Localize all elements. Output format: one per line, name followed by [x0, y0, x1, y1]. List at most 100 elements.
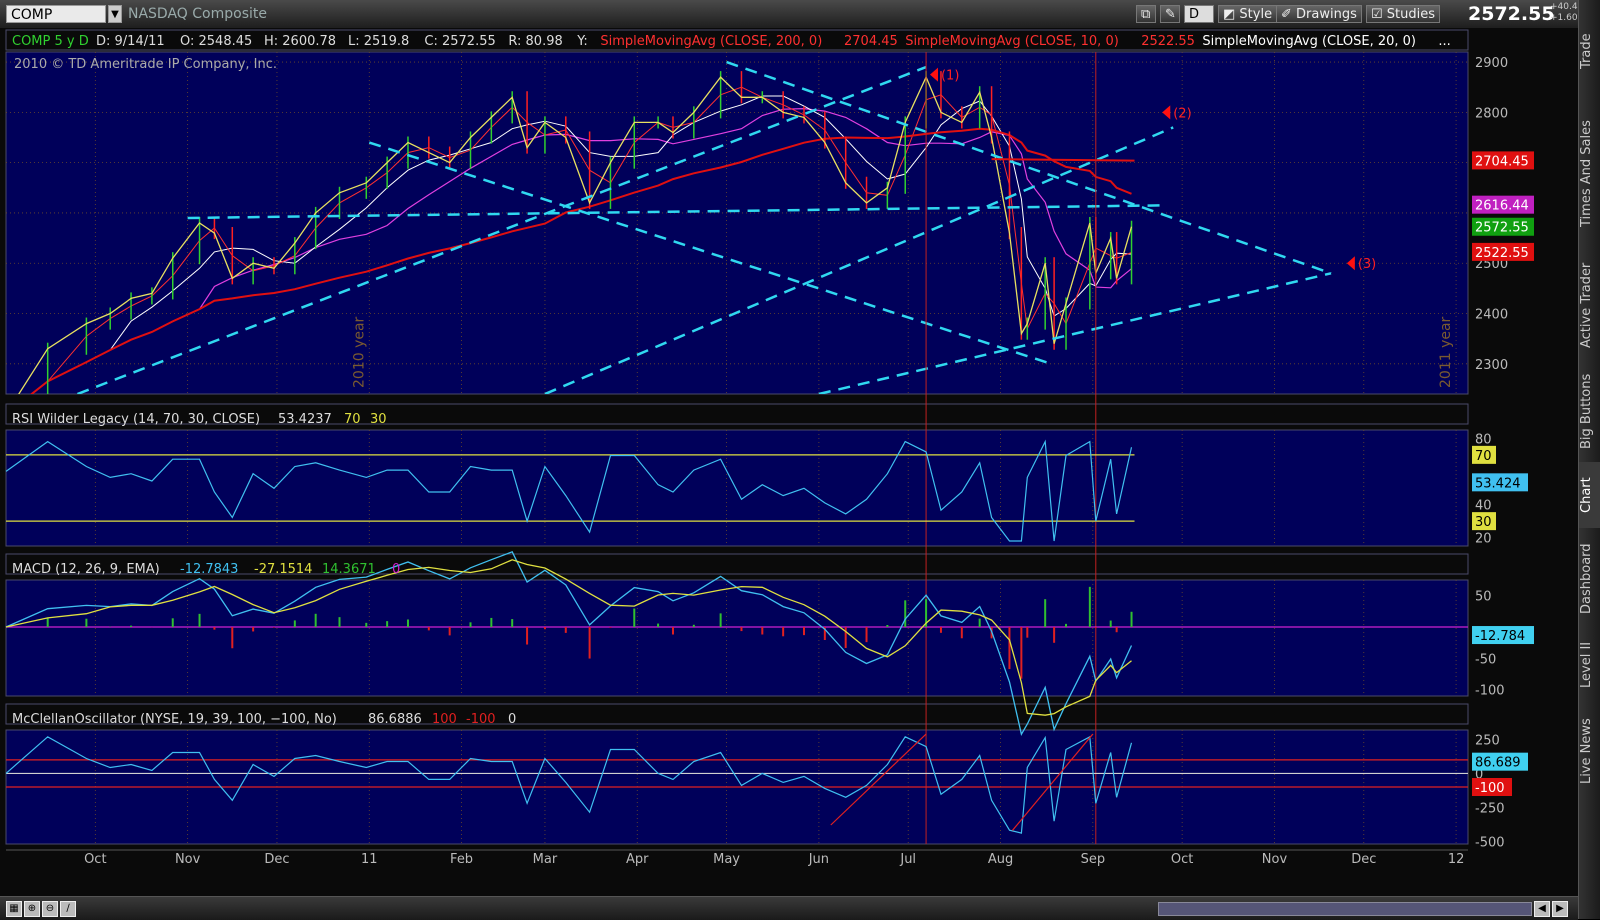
rsi-last-label: 53.424 [1475, 476, 1521, 491]
price-header-field: 2522.55 [1141, 34, 1195, 49]
side-tab-trade[interactable]: Trade [1579, 6, 1600, 96]
side-tab-live-news[interactable]: Live News [1579, 706, 1600, 796]
rsi-last-label: 30 [1475, 515, 1492, 530]
y-tick-label: 80 [1475, 432, 1492, 447]
symbol-input[interactable]: COMP [6, 5, 106, 23]
last-value-label: 2616.44 [1475, 199, 1529, 214]
macd-diff-value: 14.3671 [322, 562, 376, 577]
macd-last-label: -12.784 [1475, 629, 1525, 644]
chart-area[interactable]: Oct Nov Dec 11 Feb Mar Apr May Jun Jul Aug Sep Oct No… [0, 28, 1578, 896]
side-tab-big-buttons[interactable]: Big Buttons [1579, 366, 1600, 456]
pencil-icon[interactable]: ✎ [1160, 5, 1180, 23]
price-header-field: H: 2600.78 [264, 34, 336, 49]
rsi-last-label: 70 [1475, 449, 1492, 464]
macd-avg-value: -27.1514 [254, 562, 312, 577]
last-price: 2572.55 [1468, 3, 1555, 25]
x-tick-label: Sep [1081, 852, 1106, 867]
mcc-lower-value: -100 [466, 712, 496, 727]
drawings-label: Drawings [1296, 7, 1357, 22]
grid-icon[interactable]: ▦ [6, 901, 22, 917]
bottom-toolbar: ▦ ⊕ ⊖ ∕ ◀ ▶ [0, 896, 1578, 920]
last-value-label: 2522.55 [1475, 246, 1529, 261]
annotation-label: (1) [941, 69, 959, 84]
x-tick-label: Apr [626, 852, 649, 867]
y-tick-label: -100 [1475, 684, 1505, 699]
y-tick-label: 50 [1475, 590, 1492, 605]
price-header-field: C: 2572.55 [424, 34, 495, 49]
y-tick-label: 2800 [1475, 106, 1508, 121]
chevron-down-icon[interactable]: ▼ [108, 5, 122, 23]
rsi-os-value: 30 [370, 412, 387, 427]
price-header-field: SimpleMovingAvg (CLOSE, 20, 0) [1202, 34, 1416, 49]
y-tick-label: -50 [1475, 652, 1496, 667]
y-tick-label: -500 [1475, 835, 1505, 850]
link-icon[interactable]: ⧉ [1136, 5, 1156, 23]
x-tick-label: Feb [450, 852, 473, 867]
studies-icon: ☑ [1371, 7, 1387, 22]
mcc-lower-label: -100 [1475, 781, 1505, 796]
rsi-label: RSI Wilder Legacy (14, 70, 30, CLOSE) [12, 412, 260, 427]
style-button[interactable]: ◩ Style [1218, 5, 1278, 23]
scroll-right-icon[interactable]: ◀ [1534, 901, 1550, 917]
annotation-label: (3) [1358, 257, 1376, 272]
mcc-value: 86.6886 [368, 712, 422, 727]
crosshair-icon[interactable]: ∕ [60, 901, 76, 917]
annotation-label: (2) [1173, 106, 1191, 121]
y-tick-label: 2900 [1475, 56, 1508, 71]
x-tick-label: Jun [808, 852, 829, 867]
rsi-panel [5, 429, 1469, 547]
time-scrollbar[interactable] [1158, 902, 1532, 916]
drawings-icon: ✐ [1281, 7, 1297, 22]
period-button[interactable]: D [1184, 5, 1214, 23]
macd-zero-value: 0 [392, 562, 400, 577]
x-tick-label: Nov [175, 852, 201, 867]
y-tick-label: 20 [1475, 532, 1492, 547]
x-tick-label: Dec [264, 852, 289, 867]
year-label: 2011 year [1438, 316, 1454, 388]
price-header-field: L: 2519.8 [348, 34, 409, 49]
scroll-left-icon[interactable]: ▶ [1552, 901, 1568, 917]
side-tab-dashboard[interactable]: Dashboard [1579, 534, 1600, 624]
macd-label: MACD (12, 26, 9, EMA) [12, 562, 160, 577]
macd-panel [5, 579, 1469, 697]
x-tick-label: May [713, 852, 740, 867]
price-header-field: D: 9/14/11 [96, 34, 165, 49]
y-tick-label: -250 [1475, 801, 1505, 816]
zoom-in-icon[interactable]: ⊕ [24, 901, 40, 917]
y-tick-label: 250 [1475, 734, 1500, 749]
x-tick-label: Oct [1171, 852, 1193, 867]
instrument-name: NASDAQ Composite [128, 6, 267, 22]
x-tick-label: 11 [361, 852, 378, 867]
side-tab-chart[interactable]: Chart [1579, 462, 1600, 528]
copyright-text: 2010 © TD Ameritrade IP Company, Inc. [14, 57, 277, 72]
style-label: Style [1239, 7, 1273, 22]
drawings-button[interactable]: ✐ Drawings [1276, 5, 1362, 23]
rsi-value: 53.4237 [278, 412, 332, 427]
studies-button[interactable]: ☑ Studies [1366, 5, 1441, 23]
x-tick-label: Jul [899, 852, 916, 867]
price-header-field: COMP 5 y D [12, 34, 89, 49]
last-value-label: 2572.55 [1475, 221, 1529, 236]
zoom-out-icon[interactable]: ⊖ [42, 901, 58, 917]
rsi-ob-value: 70 [344, 412, 361, 427]
x-tick-label: Mar [533, 852, 558, 867]
last-value-label: 2704.45 [1475, 154, 1529, 169]
side-tab-active-trader[interactable]: Active Trader [1579, 250, 1600, 360]
x-tick-label: Nov [1262, 852, 1288, 867]
price-panel [5, 51, 1469, 395]
style-icon: ◩ [1223, 7, 1240, 22]
side-tabs: Trade Times And Sales Active Trader Big … [1578, 0, 1600, 919]
price-header-field: SimpleMovingAvg (CLOSE, 200, 0) [600, 34, 822, 49]
mcc-zero-value: 0 [508, 712, 516, 727]
year-label: 2010 year [351, 316, 367, 388]
top-toolbar: COMP ▼ NASDAQ Composite ⧉ ✎ D ◩ Style ✐ … [0, 0, 1586, 29]
side-tab-times-and-sales[interactable]: Times And Sales [1579, 104, 1600, 244]
side-tab-level-ii[interactable]: Level II [1579, 630, 1600, 700]
x-tick-label: Oct [84, 852, 106, 867]
y-tick-label: 2300 [1475, 358, 1508, 373]
studies-label: Studies [1386, 7, 1436, 22]
price-header-field: ... [1438, 34, 1450, 49]
price-header-field: Y: [576, 34, 588, 49]
price-header-field: SimpleMovingAvg (CLOSE, 10, 0) [905, 34, 1119, 49]
x-tick-label: Aug [988, 852, 1013, 867]
